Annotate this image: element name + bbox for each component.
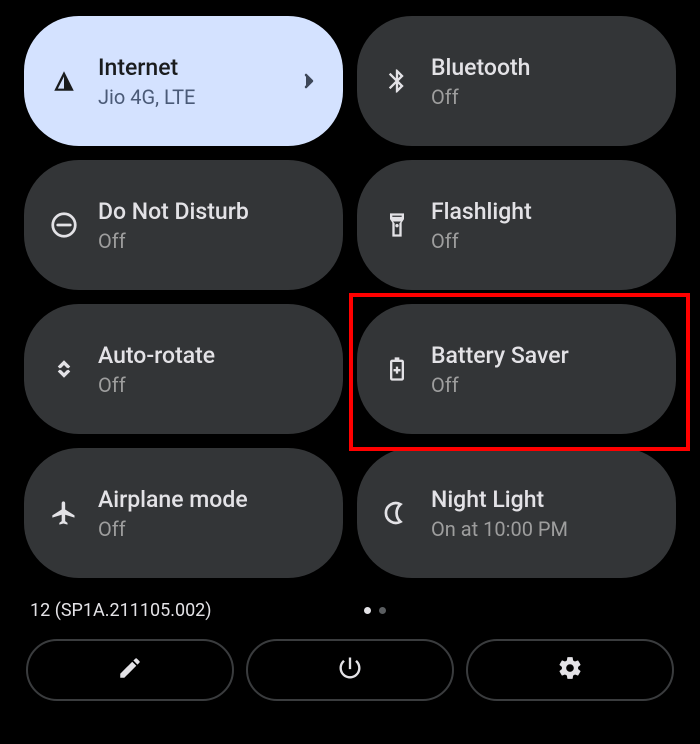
tile-subtitle: Off <box>98 229 321 253</box>
tile-subtitle: Off <box>431 85 654 109</box>
tile-airplane[interactable]: Airplane mode Off <box>24 448 343 578</box>
tile-title: Auto-rotate <box>98 341 321 371</box>
settings-icon <box>557 655 583 685</box>
battery-icon <box>381 353 413 385</box>
tile-bluetooth[interactable]: Bluetooth Off <box>357 16 676 146</box>
bottom-buttons <box>24 639 676 701</box>
tile-subtitle: Off <box>431 229 654 253</box>
page-indicator[interactable] <box>364 607 386 614</box>
tile-title: Battery Saver <box>431 341 654 371</box>
edit-button[interactable] <box>26 639 234 701</box>
settings-button[interactable] <box>466 639 674 701</box>
build-text: 12 (SP1A.211105.002) <box>30 600 670 621</box>
nightlight-icon <box>381 497 413 529</box>
tile-subtitle: Off <box>98 373 321 397</box>
bluetooth-icon <box>381 65 413 97</box>
tile-subtitle: Jio 4G, LTE <box>98 85 297 109</box>
tile-dnd[interactable]: Do Not Disturb Off <box>24 160 343 290</box>
tile-title: Night Light <box>431 485 654 515</box>
tile-subtitle: Off <box>98 517 321 541</box>
dnd-icon <box>48 209 80 241</box>
airplane-icon <box>48 497 80 529</box>
tile-title: Internet <box>98 53 297 83</box>
tile-autorotate[interactable]: Auto-rotate Off <box>24 304 343 434</box>
tile-subtitle: On at 10:00 PM <box>431 517 654 541</box>
page-dot <box>379 607 386 614</box>
power-icon <box>336 654 364 686</box>
tile-night-light[interactable]: Night Light On at 10:00 PM <box>357 448 676 578</box>
tile-title: Do Not Disturb <box>98 197 321 227</box>
chevron-right-icon <box>297 69 321 93</box>
tile-title: Flashlight <box>431 197 654 227</box>
edit-icon <box>117 655 143 685</box>
tile-flashlight[interactable]: Flashlight Off <box>357 160 676 290</box>
page-dot <box>364 607 371 614</box>
tile-title: Airplane mode <box>98 485 321 515</box>
tile-title: Bluetooth <box>431 53 654 83</box>
signal-icon <box>48 65 80 97</box>
tile-battery-saver[interactable]: Battery Saver Off <box>357 304 676 434</box>
flashlight-icon <box>381 209 413 241</box>
tile-internet[interactable]: Internet Jio 4G, LTE <box>24 16 343 146</box>
power-button[interactable] <box>246 639 454 701</box>
quick-settings-grid: Internet Jio 4G, LTE Bluetooth Off Do No… <box>24 16 676 578</box>
footer-row: 12 (SP1A.211105.002) <box>24 600 676 621</box>
tile-subtitle: Off <box>431 373 654 397</box>
autorotate-icon <box>48 353 80 385</box>
